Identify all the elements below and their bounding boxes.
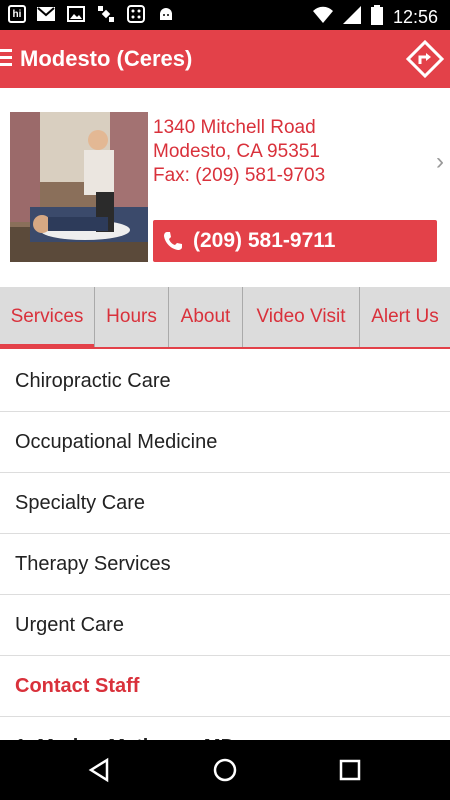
tab-about[interactable]: About xyxy=(169,287,243,347)
battery-icon xyxy=(370,5,383,30)
satellite-icon xyxy=(96,4,116,24)
android-icon xyxy=(156,4,176,24)
status-bar: hi 12:56 xyxy=(0,0,450,30)
tab-bar: Services Hours About Video Visit Alert U… xyxy=(0,287,450,349)
directions-icon[interactable] xyxy=(405,39,445,79)
app-bar: Modesto (Ceres) xyxy=(0,30,450,88)
phone-number: (209) 581-9711 xyxy=(193,229,336,252)
chevron-right-icon[interactable]: › xyxy=(436,148,444,176)
list-item-therapy-services[interactable]: Therapy Services xyxy=(0,534,450,595)
wifi-icon xyxy=(312,6,333,29)
tab-services[interactable]: Services xyxy=(0,287,95,349)
address-line1: 1340 Mitchell Road xyxy=(153,117,316,138)
image-icon xyxy=(66,4,86,24)
gmail-icon xyxy=(36,4,56,24)
home-icon[interactable] xyxy=(210,755,240,785)
tab-hours[interactable]: Hours xyxy=(95,287,169,347)
call-button[interactable]: (209) 581-9711 xyxy=(153,220,437,262)
hi-icon: hi xyxy=(8,5,26,23)
contact-staff-header: Contact Staff xyxy=(0,656,450,717)
grid-app-icon xyxy=(126,4,146,24)
tab-video-visit[interactable]: Video Visit xyxy=(243,287,360,347)
back-icon[interactable] xyxy=(85,755,115,785)
clinic-photo xyxy=(10,112,148,262)
status-time: 12:56 xyxy=(392,7,438,27)
recent-apps-icon[interactable] xyxy=(335,755,365,785)
list-item-urgent-care[interactable]: Urgent Care xyxy=(0,595,450,656)
page-title: Modesto (Ceres) xyxy=(20,46,193,71)
menu-icon[interactable] xyxy=(0,49,12,69)
phone-icon xyxy=(164,232,182,250)
address-line2: Modesto, CA 95351 xyxy=(153,141,320,162)
fax-number: Fax: (209) 581-9703 xyxy=(153,165,326,186)
services-list: Chiropractic Care Occupational Medicine … xyxy=(0,351,450,740)
navigation-bar xyxy=(0,740,450,800)
staff-item[interactable]: 1. Marlon Mathews, MD xyxy=(0,717,450,741)
list-item-chiropractic-care[interactable]: Chiropractic Care xyxy=(0,351,450,412)
list-item-specialty-care[interactable]: Specialty Care xyxy=(0,473,450,534)
signal-icon xyxy=(342,6,361,29)
tab-alert-us[interactable]: Alert Us xyxy=(360,287,450,347)
list-item-occupational-medicine[interactable]: Occupational Medicine xyxy=(0,412,450,473)
address-block: 1340 Mitchell Road Modesto, CA 95351 Fax… xyxy=(153,116,325,188)
